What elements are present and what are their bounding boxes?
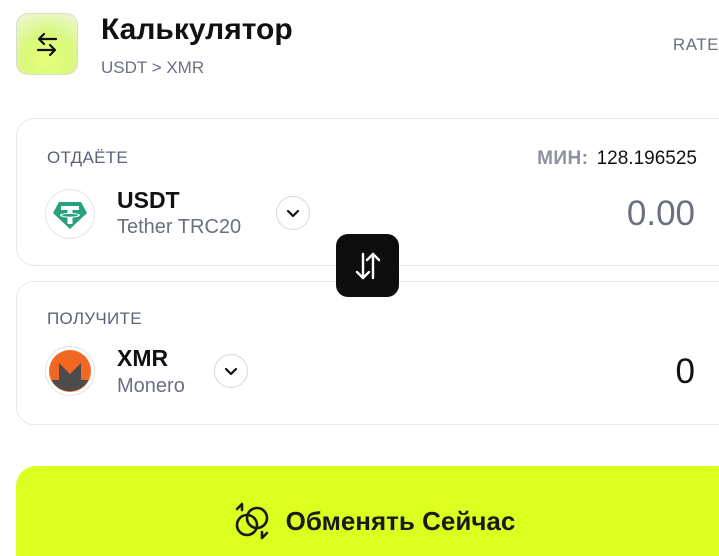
get-amount-output[interactable] [495, 352, 695, 392]
calculator-logo [16, 13, 78, 75]
get-card: ПОЛУЧИТЕ XMR Monero [16, 281, 719, 425]
exchange-now-label: Обменять Сейчас [285, 505, 516, 536]
tether-icon [53, 202, 87, 229]
exchange-now-button[interactable]: Обменять Сейчас [16, 466, 719, 556]
min-amount: МИН: 128.196525 [537, 148, 697, 170]
chevron-down-icon [286, 209, 300, 218]
page-title: Калькулятор [101, 13, 293, 46]
get-coin-symbol: XMR [117, 345, 169, 371]
get-coin-dropdown[interactable] [214, 354, 248, 388]
monero-logo [45, 346, 95, 396]
monero-icon [49, 350, 91, 392]
rate-link[interactable]: RATE [673, 35, 719, 55]
pair-breadcrumb: USDT > XMR [101, 58, 205, 77]
get-coin-name: Monero [117, 375, 185, 397]
chevron-down-icon [224, 367, 238, 376]
min-label: МИН: [537, 148, 589, 169]
swap-arrows-icon [36, 32, 58, 57]
swap-vertical-icon [355, 252, 380, 279]
give-label: ОТДАЁТЕ [47, 148, 129, 167]
give-coin-name: Tether TRC20 [117, 216, 242, 238]
exchange-rings-icon [235, 502, 268, 540]
give-amount-input[interactable] [495, 194, 695, 234]
swap-direction-button[interactable] [336, 234, 399, 297]
give-coin-dropdown[interactable] [276, 196, 310, 230]
give-coin-symbol: USDT [117, 187, 180, 213]
min-value: 128.196525 [596, 148, 697, 169]
tether-logo [45, 189, 95, 239]
get-label: ПОЛУЧИТЕ [47, 309, 142, 328]
